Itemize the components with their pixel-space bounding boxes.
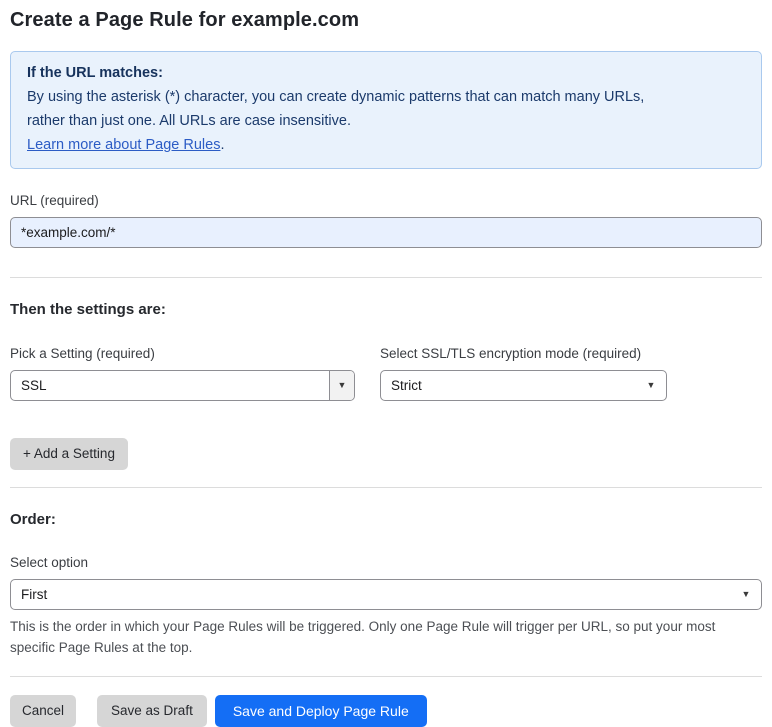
- chevron-down-icon: ▼: [646, 380, 656, 390]
- info-box-link-line: Learn more about Page Rules.: [27, 133, 745, 157]
- order-helper-text: This is the order in which your Page Rul…: [10, 619, 716, 655]
- setting-picker-select[interactable]: SSL ▼: [10, 370, 355, 401]
- order-section-heading: Order:: [10, 511, 56, 528]
- form-actions: Cancel Save as Draft Save and Deploy Pag…: [10, 695, 762, 727]
- ssl-mode-label: Select SSL/TLS encryption mode (required…: [380, 346, 642, 361]
- section-divider: [10, 676, 762, 677]
- info-box-heading: If the URL matches:: [27, 65, 163, 81]
- ssl-mode-value: Strict: [391, 378, 422, 393]
- section-divider: [10, 277, 762, 278]
- settings-section-heading: Then the settings are:: [10, 301, 166, 318]
- add-setting-button[interactable]: + Add a Setting: [10, 438, 128, 470]
- chevron-down-icon: ▼: [337, 380, 347, 390]
- settings-row: Pick a Setting (required) SSL ▼ Select S…: [10, 320, 762, 401]
- order-select[interactable]: First ▼: [10, 579, 762, 610]
- link-period: .: [220, 137, 225, 153]
- ssl-mode-column: Select SSL/TLS encryption mode (required…: [380, 320, 667, 401]
- setting-picker-label: Pick a Setting (required): [10, 346, 155, 361]
- save-and-deploy-button[interactable]: Save and Deploy Page Rule: [214, 695, 427, 727]
- info-box-body: By using the asterisk (*) character, you…: [27, 89, 645, 129]
- ssl-mode-select[interactable]: Strict ▼: [380, 370, 667, 401]
- page-title: Create a Page Rule for example.com: [10, 9, 360, 31]
- learn-more-link[interactable]: Learn more about Page Rules: [27, 137, 220, 153]
- url-field-label: URL (required): [10, 193, 99, 208]
- section-divider: [10, 487, 762, 488]
- save-as-draft-button[interactable]: Save as Draft: [97, 695, 207, 727]
- order-select-value: First: [21, 587, 48, 602]
- cancel-button[interactable]: Cancel: [10, 695, 77, 727]
- order-select-label: Select option: [10, 555, 89, 570]
- order-select-arrow-box: ▼: [731, 580, 761, 609]
- chevron-down-icon: ▼: [741, 589, 751, 599]
- url-match-info-box: If the URL matches: By using the asteris…: [10, 51, 762, 169]
- setting-picker-column: Pick a Setting (required) SSL ▼: [10, 320, 355, 401]
- setting-picker-arrow-box[interactable]: ▼: [329, 371, 354, 400]
- url-input[interactable]: [10, 217, 762, 248]
- ssl-mode-arrow-box: ▼: [636, 371, 666, 400]
- setting-picker-value: SSL: [21, 378, 47, 393]
- page-rule-form: Create a Page Rule for example.com If th…: [0, 6, 772, 727]
